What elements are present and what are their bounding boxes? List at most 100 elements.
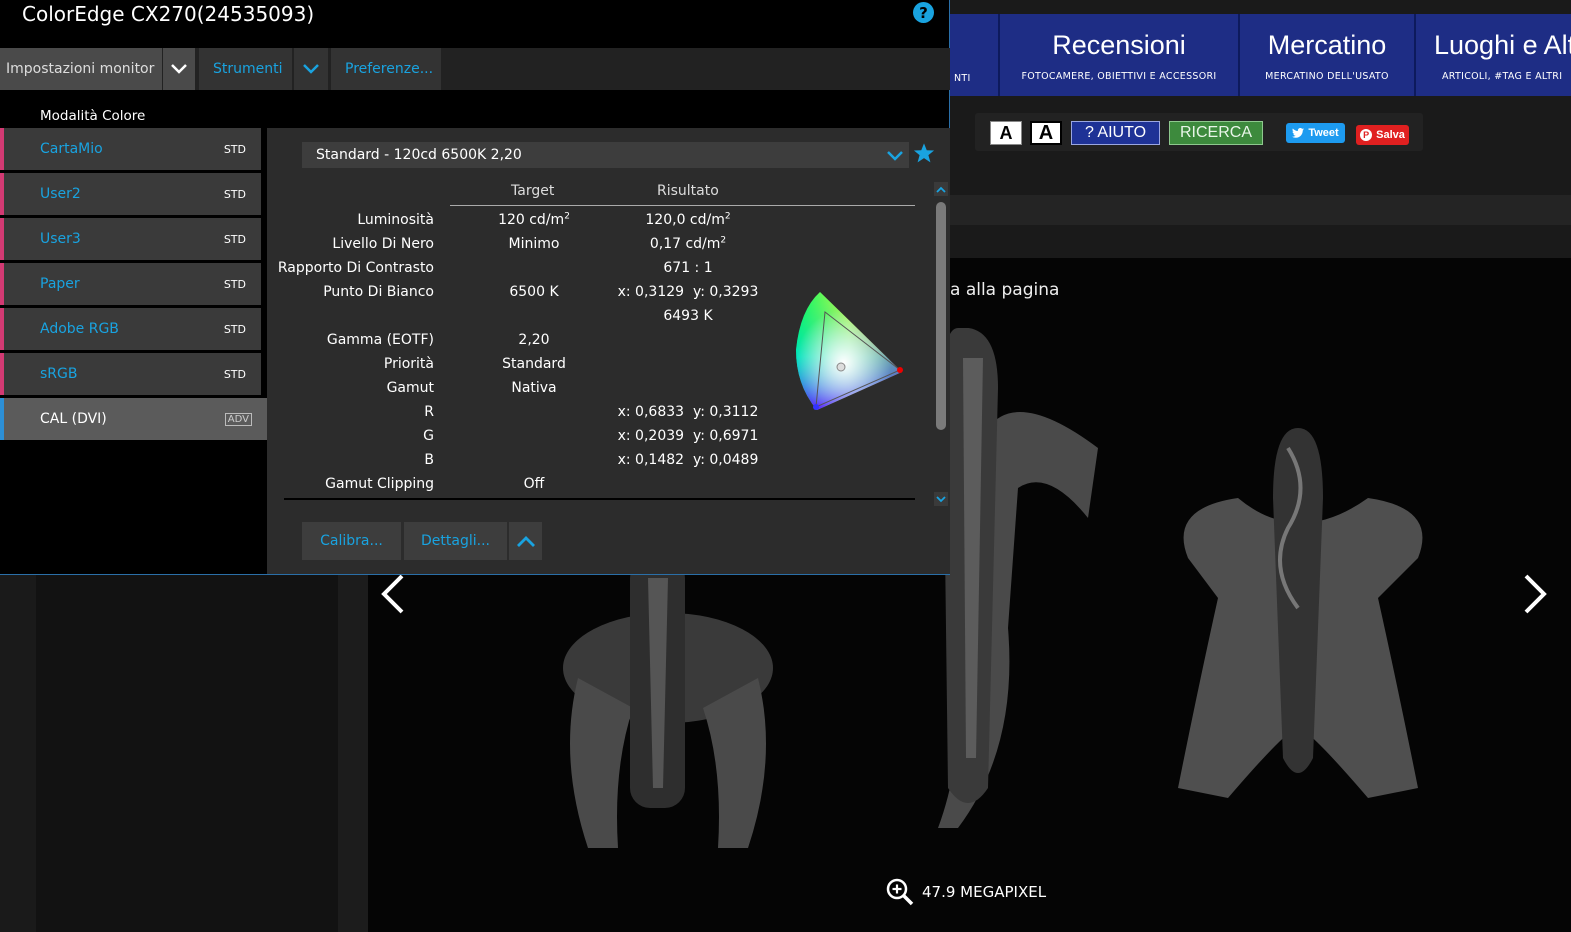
header-divider xyxy=(450,205,915,206)
preferences-menu[interactable]: Preferenze... xyxy=(331,48,441,90)
site-content-band xyxy=(950,195,1571,225)
scroll-thumb[interactable] xyxy=(936,202,946,430)
nav-item-recensioni[interactable]: Recensioni FOTOCAMERE, OBIETTIVI E ACCES… xyxy=(998,14,1238,96)
setting-result-value: x: 0,3129 y: 0,3293 xyxy=(598,284,778,300)
setting-label: R xyxy=(424,404,434,420)
setting-target-text: Off xyxy=(523,476,545,492)
setting-result-text: 6493 K xyxy=(663,308,713,324)
color-mode-item[interactable]: Adobe RGB STD xyxy=(0,308,261,350)
setting-target-value: Nativa xyxy=(464,380,604,396)
calibrate-button[interactable]: Calibra... xyxy=(302,522,401,560)
setting-result-text: 120,0 cd/m xyxy=(645,212,725,228)
setting-result-value: 120,0 cd/m2 xyxy=(598,212,778,228)
next-photo-arrow-icon[interactable] xyxy=(1520,572,1550,616)
preset-select-value: Standard - 120cd 6500K 2,20 xyxy=(316,147,522,163)
chevron-down-icon xyxy=(171,64,187,74)
favorite-star-icon[interactable] xyxy=(913,142,935,164)
scroll-up-button[interactable] xyxy=(934,182,948,196)
photo-caption: a alla pagina xyxy=(950,280,1060,300)
setting-result-text: x: 0,3129 y: 0,3293 xyxy=(617,284,759,300)
color-mode-type: STD xyxy=(223,367,246,381)
color-mode-type: STD xyxy=(223,232,246,246)
setting-label: Gamut xyxy=(386,380,434,396)
details-collapse-button[interactable] xyxy=(509,522,542,560)
nav-item-title: Mercatino xyxy=(1267,29,1387,60)
setting-result-value: x: 0,2039 y: 0,6971 xyxy=(598,428,778,444)
tools-dropdown[interactable] xyxy=(294,48,328,90)
colornavigator-window: ColorEdge CX270(24535093) ? Impostazioni… xyxy=(0,0,950,575)
setting-label: Priorità xyxy=(383,356,434,372)
setting-target-text: 2,20 xyxy=(518,332,550,348)
monitor-settings-menu[interactable]: Impostazioni monitor xyxy=(0,48,162,90)
nav-item-mercatino[interactable]: Mercatino MERCATINO DELL'USATO xyxy=(1238,14,1414,96)
setting-target-text: 120 cd/m xyxy=(498,212,565,228)
nav-item-subtitle: ARTICOLI, #TAG E ALTRI xyxy=(1442,70,1563,82)
color-mode-item[interactable]: sRGB STD xyxy=(0,353,261,395)
details-scrollbar[interactable] xyxy=(932,180,950,510)
color-mode-name: Adobe RGB xyxy=(40,321,119,337)
chevron-down-icon xyxy=(303,64,319,74)
font-size-large-button[interactable]: A xyxy=(1030,121,1062,145)
nav-item-title: Luoghi e Altr xyxy=(1434,29,1571,60)
setting-label: Luminosità xyxy=(357,212,434,228)
setting-target-value: Standard xyxy=(464,356,604,372)
setting-target-value: 2,20 xyxy=(464,332,604,348)
color-mode-name: CAL (DVI) xyxy=(40,411,107,427)
site-left-column xyxy=(36,574,338,932)
color-mode-item[interactable]: Paper STD xyxy=(0,263,261,305)
setting-label: Gamut Clipping xyxy=(325,476,434,492)
font-size-normal-button[interactable]: A xyxy=(990,121,1022,145)
color-mode-name: Paper xyxy=(40,276,80,292)
cie-gamut-diagram xyxy=(796,292,903,410)
setting-target-unit-exponent: 2 xyxy=(564,211,570,222)
color-mode-type: STD xyxy=(223,277,246,291)
setting-target-value: Minimo xyxy=(464,236,604,252)
setting-target-text: Standard xyxy=(502,356,566,372)
photo-figure-left xyxy=(563,558,773,848)
color-mode-item-active[interactable]: CAL (DVI) ADV xyxy=(0,398,267,440)
setting-label: B xyxy=(424,452,434,468)
setting-result-value: 6493 K xyxy=(598,308,778,324)
setting-target-text: Nativa xyxy=(511,380,557,396)
setting-result-text: 671 : 1 xyxy=(663,260,713,276)
pinterest-save-button[interactable]: P Salva xyxy=(1356,125,1409,145)
previous-photo-arrow-icon[interactable] xyxy=(378,572,408,616)
setting-result-value: x: 0,1482 y: 0,0489 xyxy=(598,452,778,468)
site-gutter xyxy=(338,574,368,932)
search-button[interactable]: RICERCA xyxy=(1169,121,1263,145)
setting-result-unit-exponent: 2 xyxy=(720,235,727,246)
setting-result-value: 0,17 cd/m2 xyxy=(598,236,778,252)
nav-item-subtitle: NTI xyxy=(954,73,971,84)
nav-item-luoghi[interactable]: Luoghi e Altr ARTICOLI, #TAG E ALTRI xyxy=(1414,14,1571,96)
color-mode-type: STD xyxy=(223,187,246,201)
setting-label: Gamma (EOTF) xyxy=(326,332,434,348)
color-mode-type: ADV xyxy=(224,412,252,426)
color-mode-type: STD xyxy=(223,322,246,336)
twitter-bird-icon xyxy=(1292,128,1305,138)
chevron-up-icon xyxy=(936,186,946,193)
help-button[interactable]: ? AIUTO xyxy=(1071,121,1160,145)
scroll-down-button[interactable] xyxy=(934,492,948,506)
color-mode-item[interactable]: User3 STD xyxy=(0,218,261,260)
nav-item-subtitle: MERCATINO DELL'USATO xyxy=(1265,70,1389,82)
color-mode-item[interactable]: User2 STD xyxy=(0,173,261,215)
column-header-result: Risultato xyxy=(657,183,719,199)
tweet-button[interactable]: Tweet xyxy=(1286,123,1345,143)
help-icon[interactable]: ? xyxy=(913,2,934,23)
details-button[interactable]: Dettagli... xyxy=(404,522,507,560)
preset-select[interactable]: Standard - 120cd 6500K 2,20 xyxy=(302,142,909,168)
setting-result-text: x: 0,6833 y: 0,3112 xyxy=(617,404,759,420)
nav-item-partial[interactable]: NTI xyxy=(950,14,998,96)
chevron-down-icon xyxy=(936,495,946,502)
color-modes-heading: Modalità Colore xyxy=(40,108,146,124)
monitor-settings-dropdown[interactable] xyxy=(163,48,195,90)
tools-menu[interactable]: Strumenti xyxy=(199,48,292,90)
pinterest-icon: P xyxy=(1360,129,1373,141)
setting-label: G xyxy=(423,428,434,444)
megapixel-zoom-link[interactable]: 47.9 MEGAPIXEL xyxy=(886,878,1046,906)
column-header-target: Target xyxy=(511,183,555,199)
color-mode-item[interactable]: CartaMio STD xyxy=(0,128,261,170)
setting-target-value: 6500 K xyxy=(464,284,604,300)
zoom-in-icon xyxy=(886,878,914,906)
setting-label: Livello Di Nero xyxy=(332,236,434,252)
